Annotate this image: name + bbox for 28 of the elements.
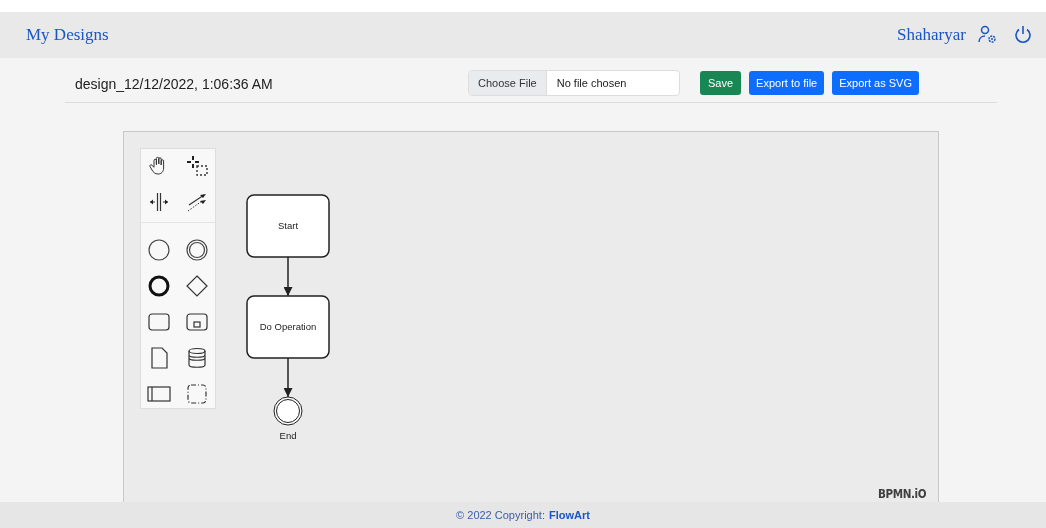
flow-arrow (283, 256, 293, 297)
user-link[interactable]: Shaharyar (897, 25, 966, 45)
flow-arrow (283, 357, 293, 398)
lasso-tool-icon[interactable] (185, 154, 209, 178)
task-icon[interactable] (147, 310, 171, 334)
end-event (273, 396, 303, 426)
end-event-icon[interactable] (147, 274, 171, 298)
design-name: design_12/12/2022, 1:06:36 AM (75, 76, 273, 92)
task-label: Do Operation (259, 321, 317, 332)
event-label: End (279, 430, 297, 441)
brand-link[interactable]: My Designs (26, 25, 109, 45)
export-button[interactable]: Export as SVG (832, 71, 919, 95)
subprocess-icon[interactable] (185, 310, 209, 334)
file-input[interactable]: Choose File No file chosen (468, 70, 680, 96)
task-label: Start (277, 220, 299, 231)
export-button[interactable]: Export to file (749, 71, 825, 95)
space-tool-icon[interactable] (147, 190, 171, 214)
gateway-icon[interactable] (185, 274, 209, 298)
power-icon[interactable] (1014, 25, 1032, 45)
footer-link[interactable]: FlowArt (548, 509, 590, 521)
intermediate-event-icon[interactable] (185, 238, 209, 262)
bpmn-logo[interactable]: BPMN.iO (877, 486, 926, 501)
start-event-icon[interactable] (147, 238, 171, 262)
copyright-text: © 2022 Copyright: (456, 509, 545, 521)
save-button[interactable]: Save (700, 71, 742, 95)
group-icon[interactable] (185, 382, 209, 406)
database-icon[interactable] (185, 346, 209, 370)
user-settings-icon[interactable] (978, 25, 998, 45)
